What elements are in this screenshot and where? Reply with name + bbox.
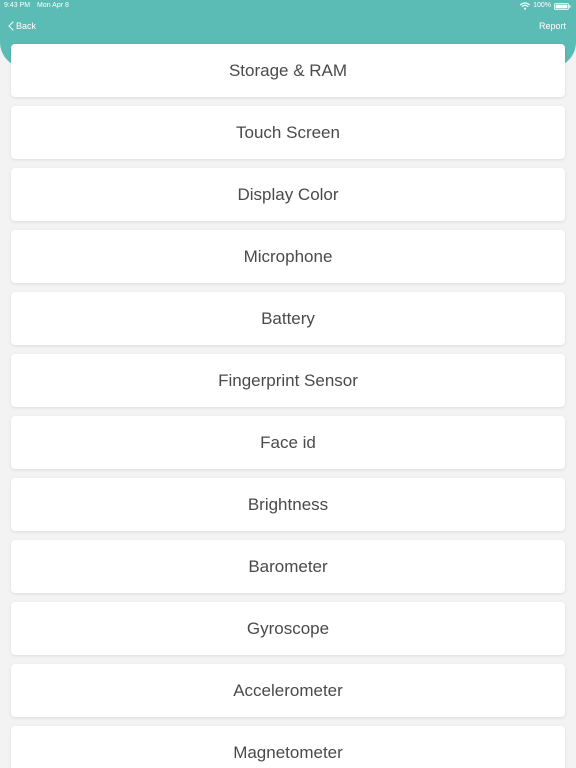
battery-percent: 100% (533, 2, 551, 9)
list-item-fingerprint-sensor[interactable]: Fingerprint Sensor (11, 354, 565, 407)
wifi-icon (520, 2, 531, 10)
list-item-microphone[interactable]: Microphone (11, 230, 565, 283)
chevron-left-icon (8, 21, 14, 31)
list-item-display-color[interactable]: Display Color (11, 168, 565, 221)
report-button[interactable]: Report (539, 19, 566, 33)
list-item-brightness[interactable]: Brightness (11, 478, 565, 531)
list-item-magnetometer[interactable]: Magnetometer (11, 726, 565, 768)
status-bar: 9:43 PM Mon Apr 8 100% (0, 0, 576, 12)
list-item-touch-screen[interactable]: Touch Screen (11, 106, 565, 159)
back-button-label: Back (16, 21, 37, 31)
battery-icon (554, 2, 571, 10)
list-item-face-id[interactable]: Face id (11, 416, 565, 469)
list-item-accelerometer[interactable]: Accelerometer (11, 664, 565, 717)
status-time: 9:43 PM (4, 2, 31, 9)
list-item-gyroscope[interactable]: Gyroscope (11, 602, 565, 655)
status-indicators: 100% (520, 0, 571, 12)
list-item-storage-ram[interactable]: Storage & RAM (11, 44, 565, 97)
screen: 9:43 PM Mon Apr 8 100% Back Report Stora… (0, 0, 576, 768)
status-date: Mon Apr 8 (37, 2, 69, 9)
list-item-barometer[interactable]: Barometer (11, 540, 565, 593)
back-button[interactable]: Back (8, 19, 36, 33)
list-item-battery[interactable]: Battery (11, 292, 565, 345)
